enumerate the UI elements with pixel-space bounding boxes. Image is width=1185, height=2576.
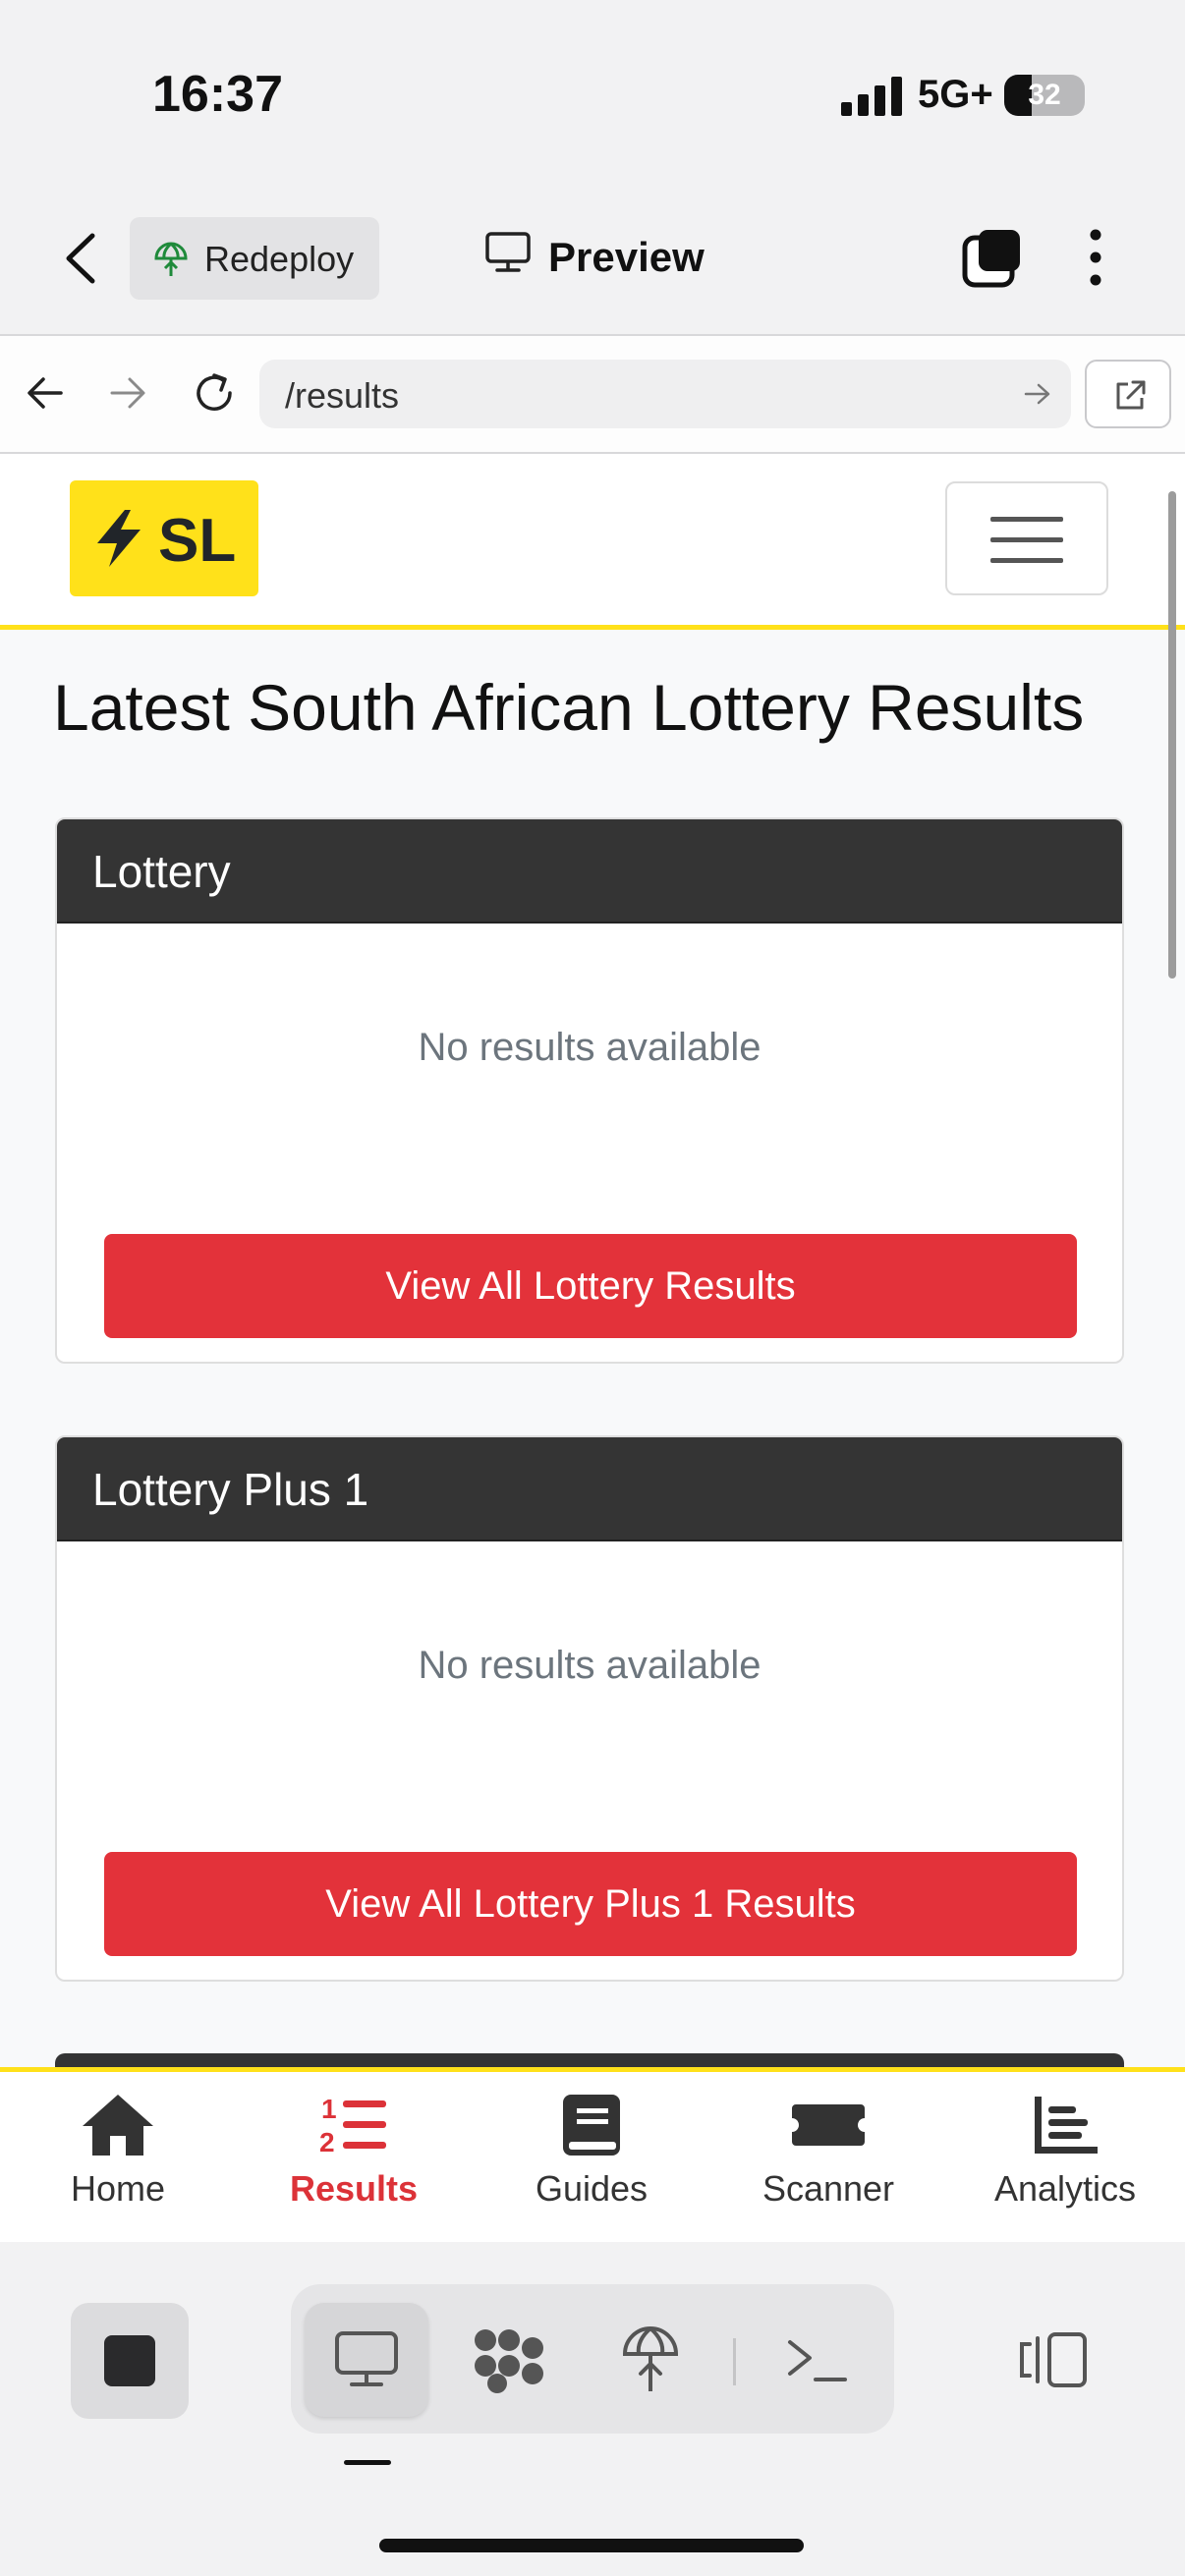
battery-cap (1079, 87, 1085, 103)
site-logo[interactable]: SL (70, 480, 258, 596)
empty-results-text: No results available (418, 1644, 762, 1687)
active-tool-indicator (344, 2460, 391, 2465)
tab-label: Home (70, 2168, 166, 2209)
url-text: /results (285, 375, 400, 416)
lottery-card: Lottery No results available View All Lo… (55, 817, 1124, 1364)
cellular-signal-icon (841, 77, 902, 116)
monitor-icon (485, 232, 531, 272)
hamburger-bar (990, 517, 1063, 522)
monitor-icon (335, 2331, 398, 2386)
tabs-icon[interactable] (961, 228, 1024, 289)
deploy-icon[interactable] (621, 2324, 680, 2395)
view-all-lottery-plus-1-button[interactable]: View All Lottery Plus 1 Results (104, 1852, 1077, 1956)
terminal-icon[interactable] (786, 2332, 849, 2387)
home-indicator[interactable] (379, 2539, 804, 2552)
card-header: Lottery (57, 819, 1122, 924)
menu-toggle-button[interactable] (945, 481, 1108, 595)
workflow-icon[interactable] (472, 2326, 546, 2395)
status-time: 16:37 (152, 66, 283, 123)
svg-text:1: 1 (321, 2094, 337, 2124)
tab-analytics[interactable]: Analytics (957, 2093, 1173, 2210)
back-chevron-icon[interactable] (57, 232, 106, 285)
tool-divider (733, 2338, 736, 2385)
view-all-lottery-button[interactable]: View All Lottery Results (104, 1234, 1077, 1338)
logo-text: SL (158, 507, 237, 575)
external-link-icon (1116, 380, 1146, 410)
redeploy-button[interactable]: Redeploy (130, 217, 379, 300)
lightning-icon (97, 510, 141, 567)
bar-chart-icon (1035, 2097, 1098, 2154)
tab-label: Results (289, 2168, 419, 2209)
url-input[interactable]: /results (259, 360, 1071, 428)
ticket-icon (792, 2104, 865, 2146)
ordered-list-icon: 1 2 (319, 2094, 386, 2157)
hamburger-bar (990, 537, 1063, 542)
tab-scanner[interactable]: Scanner (720, 2093, 936, 2210)
go-arrow-icon[interactable] (1024, 381, 1051, 407)
redeploy-label: Redeploy (204, 239, 355, 279)
tab-label: Analytics (993, 2168, 1137, 2209)
preview-tab[interactable]: Preview (548, 234, 705, 281)
hamburger-bar (990, 558, 1063, 563)
svg-text:2: 2 (319, 2127, 335, 2157)
battery-icon: 32 (1004, 75, 1085, 116)
book-icon (563, 2095, 620, 2156)
network-type: 5G+ (918, 73, 993, 116)
tab-guides[interactable]: Guides (483, 2093, 700, 2210)
reload-icon[interactable] (191, 369, 238, 417)
page-title: Latest South African Lottery Results (53, 671, 1085, 744)
tab-home[interactable]: Home (10, 2093, 226, 2210)
battery-level: 32 (1028, 79, 1061, 111)
scrollbar[interactable] (1168, 491, 1176, 979)
open-external-button[interactable] (1085, 360, 1171, 428)
stop-icon (104, 2335, 155, 2386)
card-header: Lottery Plus 1 (57, 1437, 1122, 1541)
panels-icon[interactable] (1018, 2330, 1089, 2389)
stop-button[interactable] (71, 2303, 189, 2419)
more-options-icon[interactable] (1081, 228, 1110, 287)
tab-label: Scanner (762, 2168, 895, 2209)
home-icon (83, 2095, 153, 2156)
empty-results-text: No results available (418, 1026, 762, 1069)
tab-results[interactable]: 1 2 Results (246, 2093, 462, 2210)
tab-label: Guides (535, 2168, 649, 2209)
deploy-icon (154, 242, 188, 276)
lottery-plus-1-card: Lottery Plus 1 No results available View… (55, 1435, 1124, 1982)
arrow-right-icon[interactable] (108, 373, 147, 413)
arrow-left-icon[interactable] (26, 373, 65, 413)
